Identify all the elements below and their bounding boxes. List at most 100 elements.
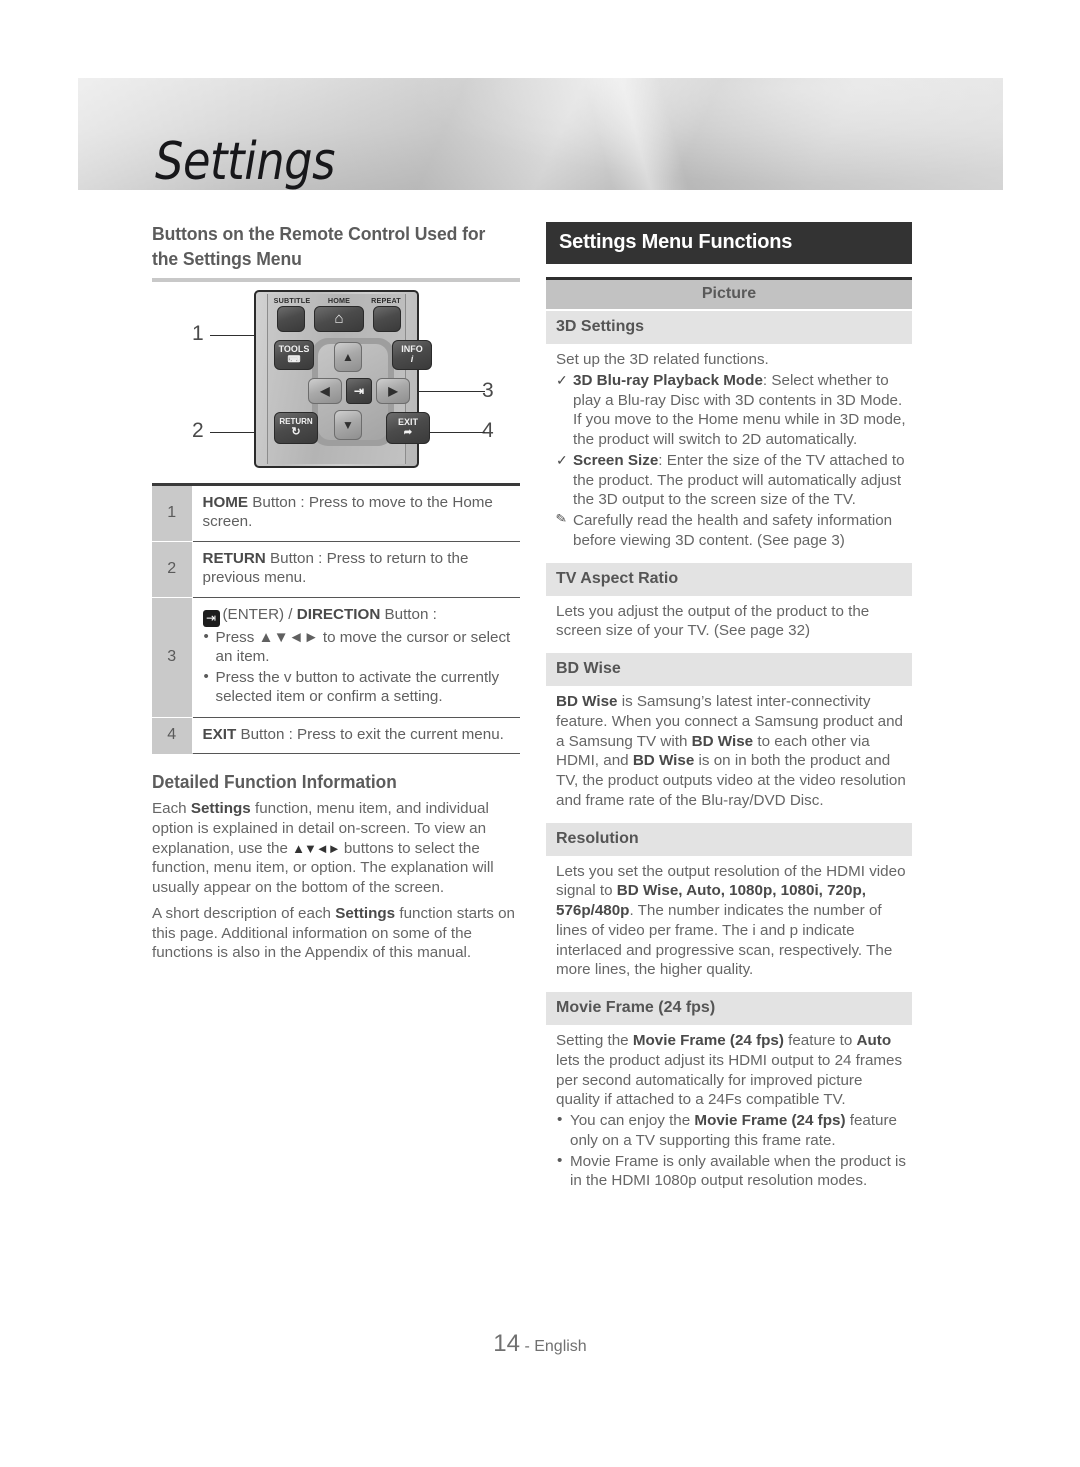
p1-bold-settings: Settings — [190, 800, 251, 818]
table-row: 2 RETURN Button : Press to return to the… — [152, 541, 520, 598]
repeat-button[interactable] — [373, 305, 401, 332]
rich-text-run: feature to — [783, 1032, 857, 1049]
item-text: Carefully read the health and safety inf… — [573, 512, 893, 549]
enter-icon: ⇥ — [353, 383, 365, 398]
bullet-list: You can enjoy the Movie Frame (24 fps) f… — [556, 1110, 910, 1192]
tools-button[interactable]: TOOLS ⌨ — [274, 339, 314, 370]
right-column: Settings Menu Functions Picture 3D Setti… — [546, 222, 912, 1201]
category-header-picture: Picture — [546, 280, 912, 309]
p2-bold-settings: Settings — [335, 904, 396, 922]
exit-label: EXIT — [397, 416, 418, 427]
remote-control-figure: 1 2 3 4 SUBTITLE HOME REPEAT ⌂ TOOLS ⌨ I… — [152, 286, 520, 481]
list-item: ✓ 3D Blu-ray Playback Mode: Select whethe… — [556, 371, 910, 450]
enter-button[interactable]: ⇥ — [346, 377, 372, 404]
row-description: EXIT Button : Press to exit the current … — [192, 717, 520, 755]
return-arrow-icon: ↻ — [291, 425, 301, 438]
menu-item-resolution-body: Lets you set the output resolution of th… — [546, 856, 912, 991]
menu-item-3d-settings-body: Set up the 3D related functions. ✓ 3D Blu… — [546, 344, 912, 561]
row-bold-term: RETURN — [202, 549, 266, 567]
intro-text: Setting the Movie Frame (24 fps) feature… — [556, 1031, 910, 1110]
home-button[interactable]: ⌂ — [314, 305, 364, 332]
row-title-suffix: Button : — [380, 605, 437, 623]
row-description: HOME Button : Press to move to the Home … — [192, 484, 520, 542]
rich-bold-run: BD Wise — [556, 693, 618, 710]
tools-label: TOOLS — [278, 344, 310, 355]
menu-item-resolution[interactable]: Resolution — [546, 822, 912, 856]
row-bullet-list: Press ▲▼◄► to move the cursor or select … — [203, 627, 519, 707]
enter-icon: ⇥ — [202, 609, 220, 627]
row-bold-term: HOME — [202, 493, 249, 511]
footer-language: English — [534, 1338, 587, 1355]
arrow-down-icon: ▼ — [342, 417, 354, 432]
arrow-right-icon: ▶ — [388, 383, 398, 398]
rich-bold-run: Movie Frame (24 fps) — [694, 1112, 846, 1129]
rich-text-run: lets the product adjust its HDMI output … — [556, 1051, 903, 1109]
return-button[interactable]: RETURN ↻ — [274, 411, 318, 444]
row-title-bold: DIRECTION — [296, 605, 381, 623]
label-subtitle: SUBTITLE — [273, 295, 311, 305]
check-icon: ✓ — [556, 371, 568, 388]
intro-text: Lets you adjust the output of the produc… — [556, 602, 870, 640]
rich-bold-run: Auto — [856, 1032, 892, 1049]
remote-button-table: 1 HOME Button : Press to move to the Hom… — [152, 482, 520, 755]
detailed-paragraph-2: A short description of each Settings fun… — [152, 904, 520, 963]
rich-text-run: Setting the — [556, 1032, 633, 1049]
rich-text-run: You can enjoy the — [570, 1112, 695, 1129]
tools-icon: ⌨ — [287, 354, 301, 365]
label-home: HOME — [327, 295, 351, 305]
rich-bold-run: BD Wise — [691, 732, 754, 750]
up-button[interactable]: ▲ — [334, 341, 362, 372]
down-button[interactable]: ▼ — [334, 409, 362, 440]
rich-bold-run: Movie Frame (24 fps) — [632, 1032, 784, 1049]
table-row: 3 ⇥(ENTER) / DIRECTION Button : Press ▲▼… — [152, 597, 520, 718]
callout-2: 2 — [192, 418, 204, 442]
page-footer: 14 - English — [0, 1330, 1080, 1358]
row-number: 1 — [152, 484, 193, 542]
p2-part-a: A short description of each — [152, 904, 336, 922]
list-item-note: ✎ Carefully read the health and safety in… — [555, 510, 910, 551]
row-bold-term: EXIT — [202, 725, 237, 743]
item-bold-term: 3D Blu-ray Playback Mode — [573, 371, 763, 389]
info-button[interactable]: INFO i — [392, 339, 432, 370]
list-item: You can enjoy the Movie Frame (24 fps) f… — [556, 1110, 910, 1151]
row-number: 3 — [152, 597, 193, 718]
direction-arrows-icon: ▲▼◄► — [292, 840, 340, 856]
menu-item-bd-wise-body: BD Wise is Samsung’s latest inter-connec… — [546, 686, 912, 821]
check-list: ✓ 3D Blu-ray Playback Mode: Select whethe… — [555, 371, 910, 551]
arrow-left-icon: ◀ — [320, 383, 330, 398]
return-label: RETURN — [279, 416, 313, 426]
exit-icon: ➦ — [403, 426, 413, 438]
settings-menu-functions-banner: Settings Menu Functions — [546, 222, 912, 264]
row-title-prefix: (ENTER) / — [222, 605, 297, 623]
intro-text: BD Wise is Samsung’s latest inter-connec… — [556, 692, 910, 811]
left-column: Buttons on the Remote Control Used for t… — [152, 222, 520, 963]
menu-item-3d-settings[interactable]: 3D Settings — [546, 311, 912, 344]
remote-inner-panel: SUBTITLE HOME REPEAT ⌂ TOOLS ⌨ INFO i ▲ … — [267, 293, 432, 464]
label-repeat: REPEAT — [371, 295, 401, 305]
left-section-heading: Buttons on the Remote Control Used for t… — [152, 223, 486, 269]
list-item: ✓ Screen Size: Enter the size of the TV a… — [556, 451, 910, 510]
row-number: 2 — [152, 541, 193, 598]
table-row: 4 EXIT Button : Press to exit the curren… — [152, 717, 520, 755]
intro-text: Set up the 3D related functions. — [556, 351, 769, 368]
info-label: INFO — [401, 344, 423, 355]
row-text: Button : Press to exit the current menu. — [236, 725, 504, 743]
callout-4: 4 — [482, 418, 494, 442]
subtitle-button[interactable] — [277, 305, 305, 332]
exit-button[interactable]: EXIT ➦ — [386, 411, 430, 444]
callout-1: 1 — [192, 321, 204, 345]
info-icon: i — [410, 354, 414, 365]
p1-part-a: Each — [152, 800, 191, 818]
arrow-up-icon: ▲ — [342, 349, 354, 364]
menu-item-bd-wise[interactable]: BD Wise — [546, 653, 912, 686]
list-item: Press the ᴠ button to activate the curre… — [204, 667, 519, 707]
intro-text: Lets you set the output resolution of th… — [556, 862, 910, 981]
row-description: ⇥(ENTER) / DIRECTION Button : Press ▲▼◄►… — [192, 597, 520, 718]
home-icon: ⌂ — [334, 310, 344, 328]
detailed-paragraph-1: Each Settings function, menu item, and i… — [152, 799, 520, 898]
right-button[interactable]: ▶ — [376, 377, 410, 404]
menu-item-movie-frame[interactable]: Movie Frame (24 fps) — [546, 992, 912, 1025]
left-button[interactable]: ◀ — [308, 377, 342, 404]
menu-item-tv-aspect-ratio[interactable]: TV Aspect Ratio — [546, 562, 912, 596]
list-item: Movie Frame is only available when the p… — [556, 1151, 910, 1192]
